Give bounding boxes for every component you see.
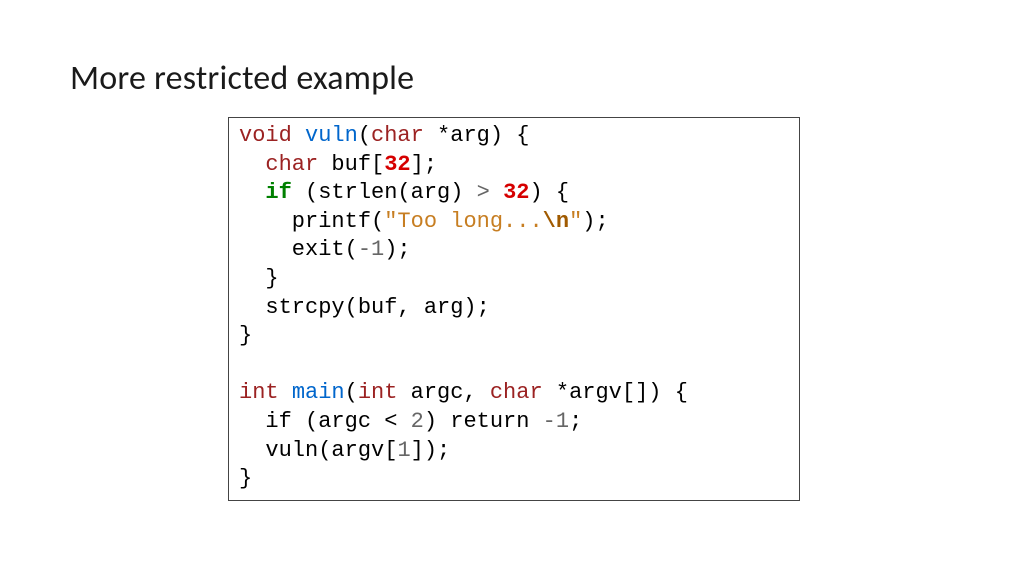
txt: ); (582, 209, 608, 234)
txt: argc, (397, 380, 489, 405)
txt: ]; (411, 152, 437, 177)
indent: printf( (239, 209, 384, 234)
slide: More restricted example void vuln(char *… (0, 0, 1024, 576)
kw-if: if (265, 180, 291, 205)
txt: ) { (529, 180, 569, 205)
num-neg1: -1 (543, 409, 569, 434)
txt: } (239, 323, 252, 348)
fn-main: main (292, 380, 345, 405)
kw-int: int (239, 380, 279, 405)
slide-title: More restricted example (70, 58, 954, 99)
txt (292, 123, 305, 148)
indent (239, 152, 265, 177)
num-32: 32 (384, 152, 410, 177)
txt (279, 380, 292, 405)
txt (490, 180, 503, 205)
txt: strcpy(buf, arg); (239, 295, 490, 320)
kw-int: int (358, 380, 398, 405)
txt: ) return (424, 409, 543, 434)
txt: ( (345, 380, 358, 405)
string-quote: " (569, 209, 582, 234)
code-pre: void vuln(char *arg) { char buf[32]; if … (239, 122, 789, 494)
string-literal: "Too long... (384, 209, 542, 234)
kw-char: char (490, 380, 543, 405)
kw-void: void (239, 123, 292, 148)
num-32: 32 (503, 180, 529, 205)
code-listing: void vuln(char *arg) { char buf[32]; if … (228, 117, 800, 501)
indent: if (argc < (239, 409, 411, 434)
txt (318, 152, 331, 177)
txt: * (424, 123, 450, 148)
indent: vuln(argv[ (239, 438, 397, 463)
kw-char: char (265, 152, 318, 177)
txt: ; (569, 409, 582, 434)
num-2: 2 (411, 409, 424, 434)
arg-name: arg (450, 123, 490, 148)
kw-char: char (371, 123, 424, 148)
txt: ); (384, 237, 410, 262)
txt: ]); (411, 438, 451, 463)
num-neg1: -1 (358, 237, 384, 262)
indent (239, 180, 265, 205)
var-buf: buf[ (331, 152, 384, 177)
fn-vuln: vuln (305, 123, 358, 148)
txt: *argv[]) { (543, 380, 688, 405)
txt: (strlen(arg) (292, 180, 477, 205)
indent: exit( (239, 237, 358, 262)
op-gt: > (477, 180, 490, 205)
txt: ( (358, 123, 371, 148)
txt: ) { (490, 123, 530, 148)
txt: } (239, 266, 279, 291)
num-1: 1 (397, 438, 410, 463)
escape-seq: \n (543, 209, 569, 234)
txt: } (239, 466, 252, 491)
